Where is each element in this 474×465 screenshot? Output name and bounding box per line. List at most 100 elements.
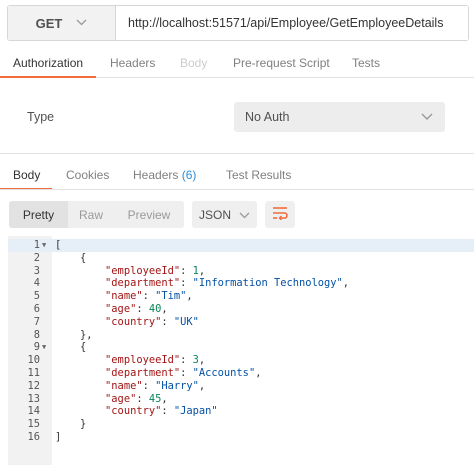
format-select[interactable]: JSON (192, 201, 257, 228)
code-line: 6 "age": 40, (8, 303, 474, 316)
active-tab-indicator (0, 76, 96, 78)
json-punctuation: : (136, 303, 149, 315)
line-number: 10 (27, 354, 40, 367)
json-key: "name" (105, 379, 143, 392)
json-punctuation: , (186, 290, 193, 303)
preview-button[interactable]: Preview (114, 201, 184, 228)
code-text: ] (55, 431, 61, 444)
code-text: "department": "Information Technology", (55, 277, 349, 290)
tab-cookies[interactable]: Cookies (66, 168, 109, 182)
json-key: "name" (105, 290, 143, 303)
tab-response-body[interactable]: Body (13, 168, 40, 182)
json-string: "Accounts" (192, 367, 256, 379)
json-string: "Harry" (155, 379, 199, 392)
auth-type-value: No Auth (245, 110, 290, 124)
tab-response-headers[interactable]: Headers (6) (133, 168, 196, 182)
code-text: "name": "Harry", (55, 380, 205, 393)
view-mode-toggle: Pretty Raw Preview (9, 201, 184, 228)
json-punctuation: : (142, 290, 156, 303)
json-number: 45 (148, 392, 162, 405)
json-punctuation: { (80, 251, 87, 264)
json-punctuation: , (161, 303, 168, 315)
line-number: 9 (33, 341, 40, 354)
json-punctuation: , (198, 379, 206, 392)
json-punctuation: , (255, 367, 262, 379)
json-punctuation: : (180, 264, 193, 277)
json-number: 40 (148, 303, 162, 315)
line-number: 2 (33, 251, 40, 264)
url-input[interactable]: http://localhost:51571/api/Employee/GetE… (116, 6, 468, 40)
chevron-down-icon (239, 208, 250, 222)
code-text: "employeeId": 3, (55, 354, 205, 367)
json-string: "Information Technology" (192, 277, 343, 290)
code-text: "country": "UK" (55, 316, 199, 329)
code-line: 10 "employeeId": 3, (8, 354, 474, 367)
json-punctuation: , (161, 392, 168, 405)
code-line: 8 }, (8, 329, 474, 342)
auth-type-select[interactable]: No Auth (234, 102, 445, 132)
json-punctuation: : (161, 405, 174, 418)
json-punctuation: : (180, 277, 193, 290)
line-number: 4 (33, 277, 40, 290)
line-number: 13 (27, 392, 40, 405)
code-line: 2 { (8, 252, 474, 265)
code-text: "age": 45, (55, 393, 168, 406)
raw-button[interactable]: Raw (68, 201, 114, 228)
json-key: "department" (105, 277, 181, 290)
tab-test-results[interactable]: Test Results (226, 168, 291, 182)
code-line: 5 "name": "Tim", (8, 290, 474, 303)
code-text: { (55, 341, 86, 354)
code-text: } (55, 418, 86, 431)
json-key: "country" (105, 315, 162, 328)
line-number: 16 (27, 431, 40, 443)
code-text: "employeeId": 1, (55, 265, 205, 278)
code-line: 16] (8, 431, 474, 444)
json-punctuation: : (161, 315, 174, 328)
code-text: "name": "Tim", (55, 290, 193, 303)
json-punctuation: , (198, 264, 206, 277)
json-punctuation: } (80, 418, 87, 431)
json-punctuation: }, (80, 328, 93, 341)
line-number: 6 (33, 303, 40, 315)
response-body-editor[interactable]: 1 ▼[2 {3 "employeeId": 1, 4 "department": … (8, 236, 474, 465)
line-number: 11 (27, 367, 40, 379)
method-select[interactable]: GET (8, 6, 116, 40)
code-line: 9 ▼ { (8, 341, 474, 354)
json-punctuation: , (198, 354, 206, 367)
chevron-down-icon (421, 110, 433, 124)
json-string: "Tim" (155, 290, 187, 303)
code-line: 7 "country": "UK" (8, 316, 474, 329)
method-label: GET (35, 15, 63, 31)
code-text: "country": "Japan" (55, 405, 218, 418)
code-line: 1 ▼ [ (8, 239, 474, 252)
format-value: JSON (198, 207, 231, 222)
code-line: 11 "department": "Accounts", (8, 367, 474, 380)
wrap-lines-button[interactable] (265, 201, 295, 228)
tab-pre-request-script[interactable]: Pre-request Script (233, 56, 330, 70)
code-line: 3 "employeeId": 1, (8, 265, 474, 278)
section-divider (0, 153, 474, 154)
auth-type-label: Type (27, 110, 55, 124)
code-text: [ (55, 239, 61, 252)
code-line: 12 "name": "Harry", (8, 380, 474, 393)
line-number: 15 (27, 418, 40, 431)
tab-headers[interactable]: Headers (110, 56, 155, 70)
tab-tests[interactable]: Tests (352, 56, 380, 70)
json-punctuation: : (142, 379, 156, 392)
json-punctuation: { (80, 341, 87, 354)
fold-toggle-icon[interactable]: ▼ (42, 239, 46, 252)
json-key: "country" (105, 405, 162, 418)
headers-count-badge: (6) (181, 168, 197, 182)
tab-authorization[interactable]: Authorization (13, 56, 83, 70)
json-punctuation: [ (55, 239, 62, 251)
json-punctuation: : (136, 392, 149, 405)
code-line: 13 "age": 45, (8, 393, 474, 406)
json-key: "age" (105, 392, 137, 405)
code-line: 14 "country": "Japan" (8, 405, 474, 418)
fold-toggle-icon[interactable]: ▼ (42, 341, 46, 354)
json-key: "age" (105, 303, 137, 315)
json-punctuation: , (342, 277, 350, 290)
tab-body: Body (180, 56, 208, 70)
pretty-button[interactable]: Pretty (9, 201, 68, 228)
json-key: "employeeId" (105, 264, 181, 277)
